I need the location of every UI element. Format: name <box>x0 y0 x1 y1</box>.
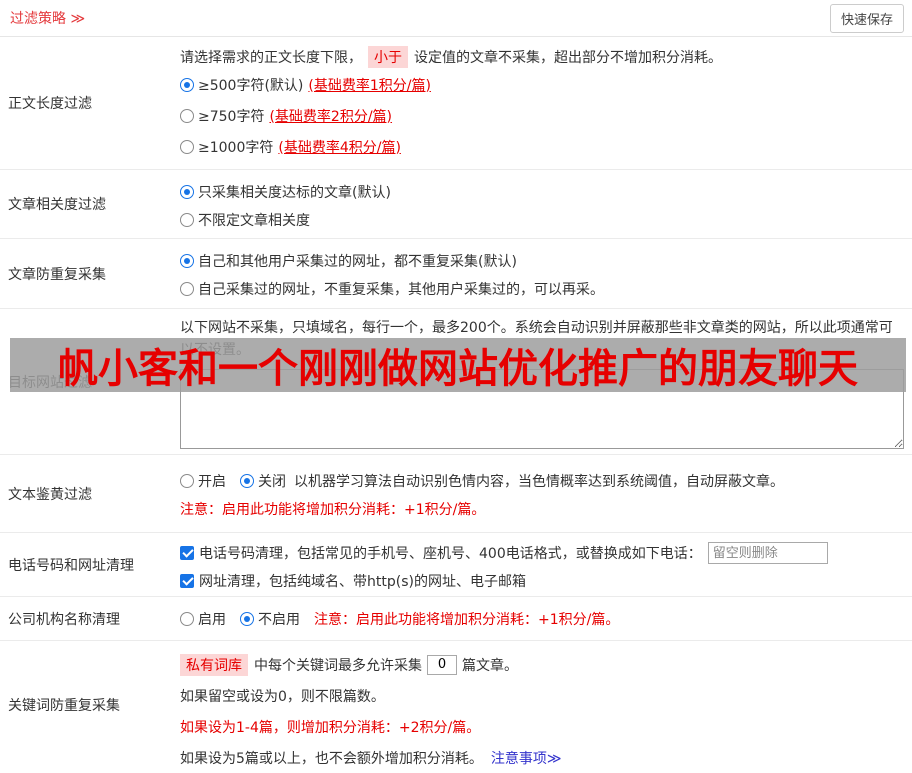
porn-filter-description: 以机器学习算法自动识别色情内容，当色情概率达到系统阈值，自动屏蔽文章。 <box>294 471 784 491</box>
fee-note-1: (基础费率1积分/篇) <box>308 75 431 95</box>
company-cost-note: 注意：启用此功能将增加积分消耗：+1积分/篇。 <box>314 609 619 629</box>
private-lexicon-highlight: 私有词库 <box>180 654 248 676</box>
phone-clean-option: 电话号码清理，包括常见的手机号、座机号、400电话格式，或替换成如下电话： <box>180 539 904 567</box>
porn-filter-cost-note: 注意：启用此功能将增加积分消耗：+1积分/篇。 <box>180 495 904 523</box>
option-relevance-any[interactable]: 不限定文章相关度 <box>180 206 904 234</box>
option-label-off: 关闭 <box>258 471 286 491</box>
keyword-limit-suffix: 篇文章。 <box>462 655 518 675</box>
less-than-highlight: 小于 <box>368 46 408 68</box>
url-clean-label: 网址清理，包括纯域名、带http(s)的网址、电子邮箱 <box>199 571 526 591</box>
radio-company-enable[interactable] <box>180 612 194 626</box>
radio-relevance-any[interactable] <box>180 213 194 227</box>
checkbox-phone-clean[interactable] <box>180 546 194 560</box>
section-label-body-length: 正文长度过滤 <box>0 37 172 169</box>
radio-dedup-self-only[interactable] <box>180 282 194 296</box>
section-label-phone-url: 电话号码和网址清理 <box>0 533 172 596</box>
porn-filter-options: 开启 关闭 以机器学习算法自动识别色情内容，当色情概率达到系统阈值，自动屏蔽文章… <box>180 467 904 495</box>
option-label-disable: 不启用 <box>258 609 300 629</box>
section-relevance-filter: 文章相关度过滤 只采集相关度达标的文章(默认) 不限定文章相关度 <box>0 170 912 239</box>
phone-clean-label: 电话号码清理，包括常见的手机号、座机号、400电话格式，或替换成如下电话： <box>199 543 702 563</box>
option-label: ≥750字符 <box>198 106 264 126</box>
fee-note-3: (基础费率4积分/篇) <box>278 137 401 157</box>
section-body-length-filter: 正文长度过滤 请选择需求的正文长度下限， 小于 设定值的文章不采集，超出部分不增… <box>0 37 912 170</box>
option-min-1000[interactable]: ≥1000字符 (基础费率4积分/篇) <box>180 131 904 162</box>
radio-porn-on[interactable] <box>180 474 194 488</box>
option-label: ≥1000字符 <box>198 137 273 157</box>
keyword-note-unlimited: 如果留空或设为0，则不限篇数。 <box>180 680 904 711</box>
page-header: 过滤策略 ≫ 快速保存 <box>0 0 912 37</box>
keyword-note-cost: 如果设为1-4篇，则增加积分消耗：+2积分/篇。 <box>180 711 904 742</box>
checkbox-url-clean[interactable] <box>180 574 194 588</box>
section-phone-url-clean: 电话号码和网址清理 电话号码清理，包括常见的手机号、座机号、400电话格式，或替… <box>0 533 912 597</box>
section-company-name-clean: 公司机构名称清理 启用 不启用 注意：启用此功能将增加积分消耗：+1积分/篇。 <box>0 597 912 641</box>
section-label-relevance: 文章相关度过滤 <box>0 170 172 238</box>
option-label-on: 开启 <box>198 471 226 491</box>
keyword-note-free-line: 如果设为5篇或以上，也不会额外增加积分消耗。 注意事项≫ <box>180 742 904 773</box>
section-label-company: 公司机构名称清理 <box>0 597 172 640</box>
keyword-limit-line: 私有词库 中每个关键词最多允许采集 篇文章。 <box>180 649 904 680</box>
intro-text-post: 设定值的文章不采集，超出部分不增加积分消耗。 <box>414 47 722 67</box>
option-label: 只采集相关度达标的文章(默认) <box>198 182 391 202</box>
radio-min-500[interactable] <box>180 78 194 92</box>
radio-company-disable[interactable] <box>240 612 254 626</box>
section-article-dedup: 文章防重复采集 自己和其他用户采集过的网址，都不重复采集(默认) 自己采集过的网… <box>0 239 912 309</box>
fee-note-2: (基础费率2积分/篇) <box>269 106 392 126</box>
intro-text-pre: 请选择需求的正文长度下限， <box>180 47 362 67</box>
option-label: 自己和其他用户采集过的网址，都不重复采集(默认) <box>198 251 517 271</box>
keyword-note-free: 如果设为5篇或以上，也不会额外增加积分消耗。 <box>180 748 483 768</box>
option-label-enable: 启用 <box>198 609 226 629</box>
quick-save-button[interactable]: 快速保存 <box>830 4 904 33</box>
keyword-limit-text: 中每个关键词最多允许采集 <box>254 655 422 675</box>
option-relevance-only[interactable]: 只采集相关度达标的文章(默认) <box>180 178 904 206</box>
body-length-intro: 请选择需求的正文长度下限， 小于 设定值的文章不采集，超出部分不增加积分消耗。 <box>180 45 904 69</box>
replacement-phone-input[interactable] <box>708 542 828 564</box>
keyword-limit-input[interactable] <box>427 655 457 675</box>
radio-porn-off[interactable] <box>240 474 254 488</box>
watermark-overlay: 帆小客和一个刚刚做网站优化推广的朋友聊天 <box>10 338 906 392</box>
option-label: ≥500字符(默认) <box>198 75 303 95</box>
option-min-750[interactable]: ≥750字符 (基础费率2积分/篇) <box>180 100 904 131</box>
section-keyword-dedup: 关键词防重复采集 私有词库 中每个关键词最多允许采集 篇文章。 如果留空或设为0… <box>0 641 912 768</box>
radio-relevance-only[interactable] <box>180 185 194 199</box>
option-dedup-self-only[interactable]: 自己采集过的网址，不重复采集，其他用户采集过的，可以再采。 <box>180 275 904 303</box>
radio-min-1000[interactable] <box>180 140 194 154</box>
option-label: 自己采集过的网址，不重复采集，其他用户采集过的，可以再采。 <box>198 279 604 299</box>
radio-dedup-all-users[interactable] <box>180 254 194 268</box>
option-label: 不限定文章相关度 <box>198 210 310 230</box>
radio-min-750[interactable] <box>180 109 194 123</box>
section-label-keyword-dedup: 关键词防重复采集 <box>0 641 172 768</box>
section-porn-filter: 文本鉴黄过滤 开启 关闭 以机器学习算法自动识别色情内容，当色情概率达到系统阈值… <box>0 455 912 533</box>
option-dedup-all-users[interactable]: 自己和其他用户采集过的网址，都不重复采集(默认) <box>180 247 904 275</box>
page-title[interactable]: 过滤策略 ≫ <box>10 8 85 28</box>
section-label-porn-filter: 文本鉴黄过滤 <box>0 455 172 532</box>
option-min-500[interactable]: ≥500字符(默认) (基础费率1积分/篇) <box>180 69 904 100</box>
notes-link[interactable]: 注意事项≫ <box>491 748 562 768</box>
section-label-dedup: 文章防重复采集 <box>0 239 172 308</box>
url-clean-option: 网址清理，包括纯域名、带http(s)的网址、电子邮箱 <box>180 567 904 595</box>
